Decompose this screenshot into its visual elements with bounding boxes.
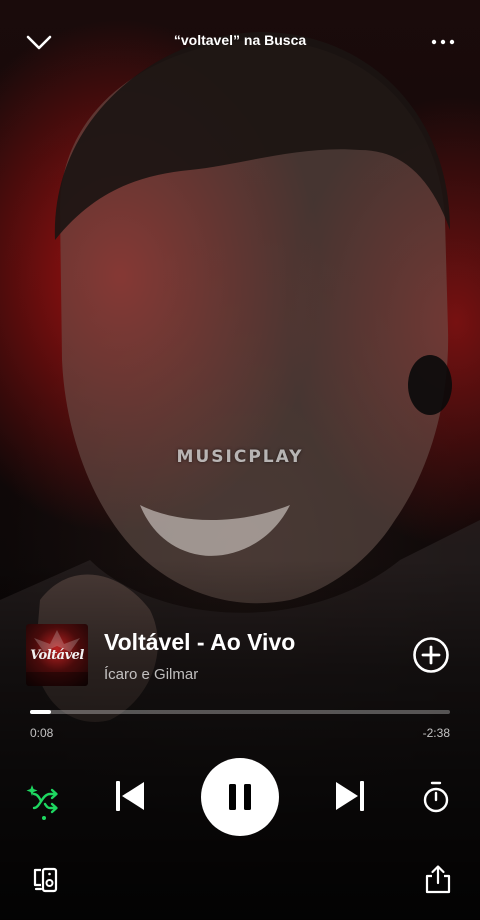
- pause-icon: [229, 784, 251, 810]
- now-playing-footer: [0, 862, 480, 898]
- progress-bar[interactable]: [30, 710, 450, 714]
- more-horizontal-icon: [431, 39, 455, 45]
- collapse-button[interactable]: [24, 30, 54, 54]
- share-button[interactable]: [424, 864, 452, 894]
- playing-from-context[interactable]: “voltavel” na Busca: [90, 32, 390, 48]
- next-button[interactable]: [332, 778, 368, 814]
- connect-device-icon: [33, 867, 58, 893]
- play-pause-button[interactable]: [201, 758, 279, 836]
- add-to-library-button[interactable]: [412, 636, 450, 674]
- track-info: Voltável Voltável - Ao Vivo Ícaro e Gilm…: [26, 624, 454, 688]
- playback-progress: 0:08 -2:38: [30, 710, 450, 740]
- playback-controls: [0, 758, 480, 838]
- sleep-timer-icon: [423, 781, 449, 813]
- sleep-timer-button[interactable]: [420, 780, 452, 814]
- now-playing-header: “voltavel” na Busca: [0, 26, 480, 58]
- canvas-watermark: MUSICPLAY: [176, 447, 304, 467]
- add-circle-icon: [413, 637, 449, 673]
- remaining-time: -2:38: [422, 726, 450, 740]
- album-cover[interactable]: Voltável: [26, 624, 88, 686]
- connect-device-button[interactable]: [32, 866, 60, 894]
- progress-bar-fill: [30, 710, 51, 714]
- track-title[interactable]: Voltável - Ao Vivo: [104, 629, 295, 656]
- skip-previous-icon: [116, 781, 144, 811]
- smart-shuffle-icon: [26, 785, 58, 820]
- chevron-down-icon: [26, 35, 52, 50]
- more-options-button[interactable]: [428, 30, 458, 54]
- share-icon: [425, 865, 451, 894]
- skip-next-icon: [336, 781, 364, 811]
- album-cover-title: Voltável: [30, 648, 84, 663]
- elapsed-time: 0:08: [30, 726, 54, 740]
- previous-button[interactable]: [112, 778, 148, 814]
- track-artist[interactable]: Ícaro e Gilmar: [104, 666, 198, 683]
- smart-shuffle-button[interactable]: [26, 780, 62, 820]
